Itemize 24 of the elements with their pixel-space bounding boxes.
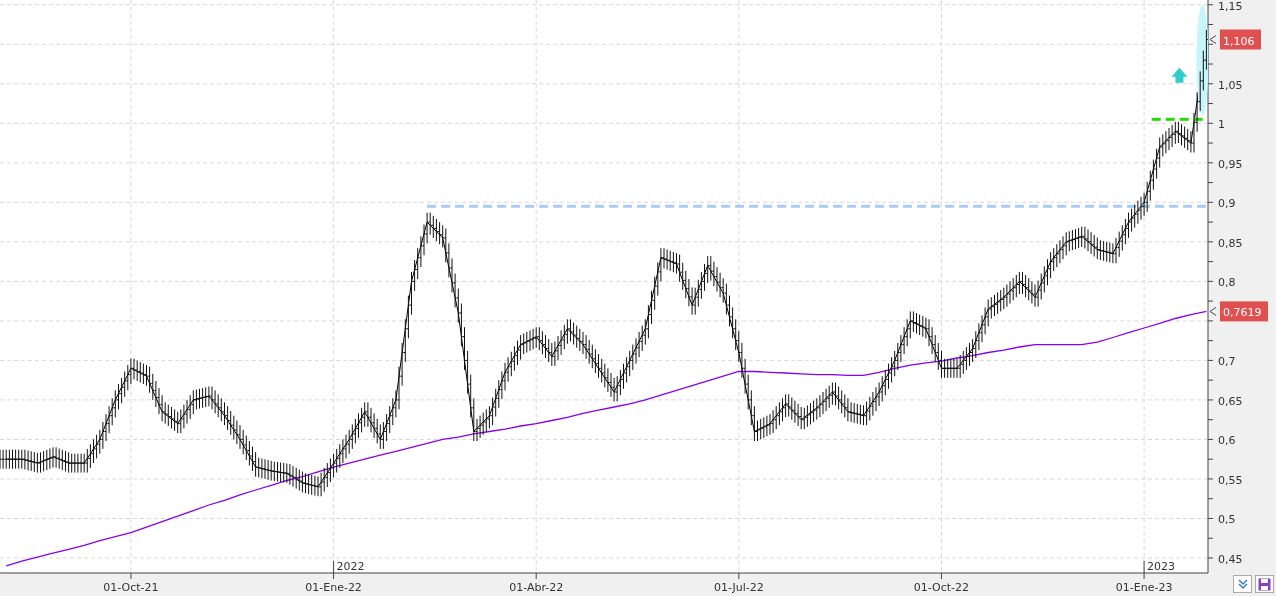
y-tick-label: 1,15 [1218, 0, 1243, 13]
y-tick-label: 0,7 [1218, 355, 1236, 369]
x-tick-label: 01-Oct-22 [913, 581, 970, 594]
year-label: 2023 [1147, 560, 1176, 573]
y-tick-label: 0,6 [1218, 434, 1236, 448]
y-tick-label: 0,9 [1218, 197, 1236, 211]
y-tick-label: 0,65 [1218, 394, 1243, 408]
y-tick-label: 1,05 [1218, 78, 1243, 92]
x-tick-label: 01-Oct-21 [103, 581, 159, 594]
y-tick-label: 0,55 [1218, 473, 1243, 487]
y-tick-label: 0,45 [1218, 553, 1243, 566]
year-label: 2022 [336, 560, 365, 573]
save-button[interactable] [1255, 575, 1274, 593]
x-tick-label: 01-Abr-22 [509, 581, 564, 594]
y-tick-label: 1 [1218, 118, 1225, 132]
y-tick-label: 0,95 [1218, 157, 1243, 171]
x-tick-label: 01-Jul-22 [713, 581, 764, 594]
y-tick-label: 0,85 [1218, 236, 1243, 250]
double-chevron-icon [1236, 578, 1249, 590]
x-tick-label: 01-Ene-22 [305, 581, 362, 594]
x-tick-label: 01-Ene-23 [1115, 581, 1173, 594]
y-tick-label: 0,5 [1218, 513, 1236, 527]
y-tick-label: 0,8 [1218, 276, 1236, 290]
collapse-button[interactable] [1233, 575, 1252, 593]
